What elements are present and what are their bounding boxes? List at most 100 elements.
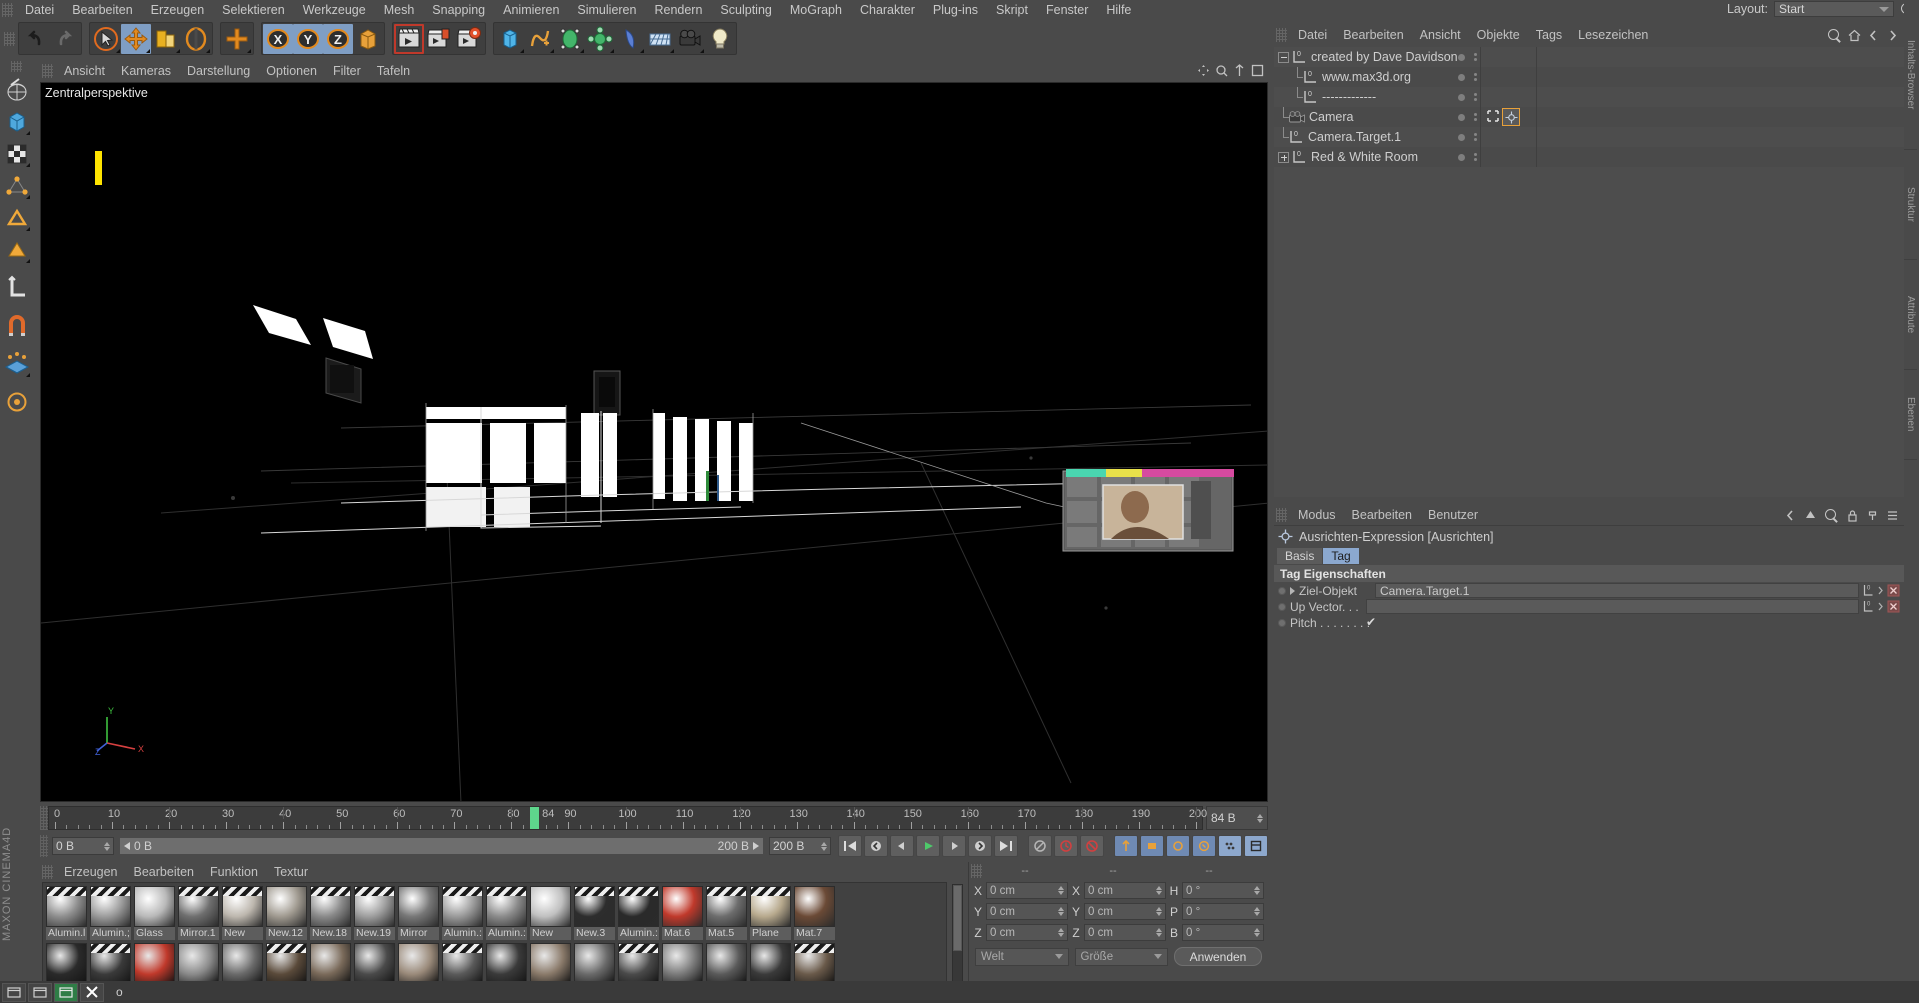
menu-hilfe[interactable]: Hilfe (1097, 0, 1140, 20)
menu-plugins[interactable]: Plug-ins (924, 0, 987, 20)
field-stepper[interactable] (1156, 928, 1162, 937)
object-menu-grip[interactable] (1276, 28, 1287, 42)
material-preview[interactable] (442, 886, 483, 927)
add-light-button[interactable] (705, 24, 735, 54)
range-end-stepper[interactable] (821, 841, 827, 851)
material-item[interactable] (222, 943, 263, 984)
prev-icon[interactable] (1784, 509, 1797, 522)
lock-icon[interactable] (1846, 509, 1859, 522)
material-preview[interactable] (750, 886, 791, 927)
enable-snap-tool[interactable] (3, 311, 31, 341)
material-item[interactable]: Alumin.; (90, 886, 131, 940)
material-preview[interactable] (574, 943, 615, 984)
search-icon[interactable] (1824, 508, 1839, 523)
object-row[interactable]: Camera (1274, 107, 1904, 127)
align-to-target-tag[interactable] (1502, 108, 1520, 126)
parameter-bullet[interactable] (1278, 618, 1286, 627)
object-menu-tags[interactable]: Tags (1528, 25, 1570, 45)
attribute-menu-modus[interactable]: Modus (1290, 505, 1344, 525)
material-item[interactable]: Mat.6 (662, 886, 703, 940)
chevron-right-icon[interactable] (1290, 586, 1295, 595)
material-item[interactable] (354, 943, 395, 984)
scale-tool[interactable] (151, 24, 181, 54)
timeline-ruler[interactable]: 0 10 20 30 40 50 60 70 80 90 100 110 120 130 140 150 160… (48, 806, 1207, 830)
viewport-menu-ansicht[interactable]: Ansicht (56, 61, 113, 81)
world-object-coords[interactable] (353, 24, 383, 54)
material-preview[interactable] (706, 886, 747, 927)
add-cube-button[interactable] (495, 24, 525, 54)
parameter-bullet[interactable] (1278, 586, 1286, 595)
material-item[interactable]: New.18 (310, 886, 351, 940)
attribute-menu-grip[interactable] (1276, 508, 1287, 522)
material-preview[interactable] (134, 943, 175, 984)
viewport-3d-canvas[interactable]: Zentralperspektive Y X Z (40, 82, 1268, 802)
pan-icon[interactable] (1197, 64, 1210, 77)
taskbar-close-button[interactable] (80, 982, 104, 1002)
object-menu-datei[interactable]: Datei (1290, 25, 1335, 45)
material-preview[interactable] (266, 886, 307, 927)
make-editable-tool[interactable] (3, 75, 31, 105)
left-toolbar-grip[interactable] (10, 61, 22, 72)
dock-tab-content-browser[interactable]: Inhalts-Browser (1904, 0, 1917, 150)
field-stepper[interactable] (1156, 907, 1162, 916)
material-preview[interactable] (90, 886, 131, 927)
field-stepper[interactable] (1058, 907, 1064, 916)
material-item[interactable]: Mat.7 (794, 886, 835, 940)
menu-werkzeuge[interactable]: Werkzeuge (294, 0, 375, 20)
material-preview[interactable] (442, 943, 483, 984)
edges-mode-tool[interactable] (3, 203, 31, 233)
taskbar-window-button-3[interactable] (54, 982, 78, 1002)
menu-grip[interactable] (2, 3, 13, 17)
taskbar-window-button-2[interactable] (28, 982, 52, 1002)
menu-snapping[interactable]: Snapping (423, 0, 494, 20)
layout-dropdown[interactable]: Start (1774, 1, 1894, 17)
model-mode-tool[interactable] (3, 107, 31, 137)
range-start-field[interactable]: 0 B (52, 837, 114, 855)
material-menu-erzeugen[interactable]: Erzeugen (56, 862, 126, 882)
add-scene-button[interactable] (645, 24, 675, 54)
rotation-p-field[interactable]: 0 ° (1182, 903, 1264, 920)
attribute-menu-benutzer[interactable]: Benutzer (1420, 505, 1486, 525)
material-preview[interactable] (90, 943, 131, 984)
record-parameter-button[interactable] (1192, 835, 1216, 857)
render-settings-button[interactable] (454, 24, 484, 54)
material-preview[interactable] (486, 886, 527, 927)
material-preview[interactable] (266, 943, 307, 984)
workplane-tool[interactable] (3, 349, 31, 379)
collapse-icon[interactable] (1278, 51, 1289, 63)
editor-visibility-dot[interactable] (1458, 73, 1465, 81)
lock-x-axis[interactable]: X (263, 23, 293, 54)
animation-layout-button[interactable] (1244, 835, 1268, 857)
parameter-bullet[interactable] (1278, 602, 1286, 611)
scrollbar-thumb[interactable] (953, 885, 962, 951)
editor-visibility-dot[interactable] (1458, 53, 1465, 61)
record-active-objects-button[interactable] (1054, 835, 1078, 857)
protection-tag[interactable] (1486, 109, 1500, 126)
size-x-field[interactable]: 0 cm (1084, 882, 1166, 899)
material-preview[interactable] (794, 943, 835, 984)
material-item[interactable] (574, 943, 615, 984)
add-deformer-button[interactable] (585, 24, 615, 54)
render-visibility-dots[interactable] (1474, 93, 1477, 101)
object-menu-ansicht[interactable]: Ansicht (1412, 25, 1469, 45)
material-menu-bearbeiten[interactable]: Bearbeiten (126, 862, 202, 882)
list-icon[interactable] (1886, 509, 1899, 522)
menu-bearbeiten[interactable]: Bearbeiten (63, 0, 141, 20)
material-item[interactable]: Mirror.1 (178, 886, 219, 940)
redo-button[interactable] (50, 24, 80, 54)
position-z-field[interactable]: 0 cm (986, 924, 1068, 941)
toolbar-grip[interactable] (4, 31, 15, 46)
material-preview[interactable] (310, 886, 351, 927)
object-row[interactable]: 0 created by Dave Davidson (1274, 47, 1904, 67)
material-preview[interactable] (222, 886, 263, 927)
material-item[interactable] (750, 943, 791, 984)
viewport-menu-optionen[interactable]: Optionen (258, 61, 325, 81)
render-visibility-dots[interactable] (1474, 113, 1477, 121)
attribute-menu-bearbeiten[interactable]: Bearbeiten (1344, 505, 1420, 525)
menu-erzeugen[interactable]: Erzeugen (142, 0, 214, 20)
range-left-handle[interactable] (124, 842, 130, 850)
field-stepper[interactable] (1254, 907, 1260, 916)
field-stepper[interactable] (1254, 886, 1260, 895)
link-object-icon[interactable]: 0 (1863, 584, 1874, 597)
material-preview[interactable] (662, 943, 703, 984)
